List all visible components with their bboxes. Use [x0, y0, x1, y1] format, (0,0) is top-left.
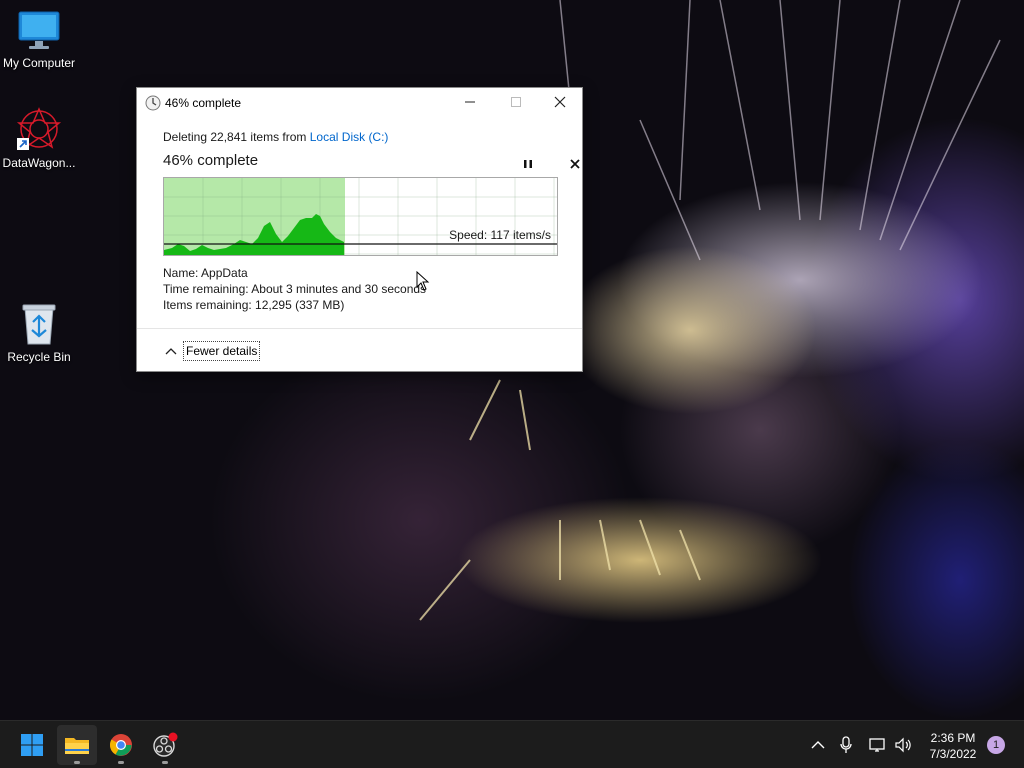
speed-label: Speed: 117 items/s — [449, 228, 551, 242]
file-explorer-icon — [65, 738, 89, 754]
monitor-icon — [18, 11, 60, 49]
desktop-icon-label: My Computer — [2, 56, 76, 70]
tray-volume[interactable] — [893, 735, 913, 755]
network-icon — [869, 738, 885, 752]
detail-time-remaining: Time remaining: About 3 minutes and 30 s… — [163, 282, 426, 298]
speaker-icon — [895, 737, 911, 753]
detail-name: Name: AppData — [163, 266, 426, 282]
windows-start-icon — [21, 734, 43, 756]
deleting-prefix: Deleting 22,841 items from — [163, 130, 307, 144]
desktop-icon-my-computer[interactable]: My Computer — [0, 10, 78, 70]
minimize-button[interactable] — [447, 88, 493, 116]
tray-network[interactable] — [868, 735, 888, 755]
minimize-icon — [465, 101, 475, 103]
datawagon-app-icon — [16, 107, 62, 150]
name-value: AppData — [201, 266, 248, 280]
dialog-body: Deleting 22,841 items from Local Disk (C… — [163, 130, 580, 173]
progress-heading: 46% complete — [163, 152, 259, 169]
desktop-icon-datawagon[interactable]: DataWagon... — [0, 106, 78, 170]
detail-items-remaining: Items remaining: 12,295 (337 MB) — [163, 298, 426, 314]
time-label: Time remaining: — [163, 282, 249, 296]
time-value: About 3 minutes and 30 seconds — [251, 282, 427, 296]
mouse-cursor-icon — [416, 271, 430, 291]
desktop-icon-label: Recycle Bin — [7, 350, 71, 364]
clock-time: 2:36 PM — [930, 731, 976, 745]
tray-microphone[interactable] — [836, 735, 856, 755]
dialog-title: 46% complete — [165, 96, 242, 110]
microphone-icon — [840, 736, 852, 753]
items-value: 12,295 (337 MB) — [255, 298, 345, 312]
pause-icon — [524, 160, 532, 168]
speed-graph — [164, 178, 557, 255]
desktop-icon-recycle-bin[interactable]: Recycle Bin — [0, 302, 78, 364]
fewer-details-label: Fewer details — [183, 341, 261, 361]
running-indicator — [162, 761, 168, 764]
tray-overflow-button[interactable] — [808, 735, 828, 755]
notification-badge[interactable]: 1 — [987, 736, 1005, 754]
desktop-icon-label: DataWagon... — [2, 156, 76, 170]
clock-icon — [145, 95, 161, 111]
close-button[interactable] — [537, 88, 583, 116]
active-indicator — [74, 761, 80, 764]
location-link[interactable]: Local Disk (C:) — [310, 130, 389, 144]
chevron-up-icon — [811, 741, 825, 749]
recycle-bin-icon — [22, 304, 56, 345]
deleting-summary: Deleting 22,841 items from Local Disk (C… — [163, 130, 563, 146]
maximize-icon — [511, 97, 521, 107]
stop-button[interactable] — [566, 155, 584, 173]
running-indicator — [118, 761, 124, 764]
taskbar: 2:36 PM 7/3/2022 1 — [0, 720, 1024, 768]
obs-icon — [153, 732, 178, 757]
close-icon — [554, 96, 566, 108]
fewer-details-button[interactable]: Fewer details — [165, 340, 261, 362]
clock-date: 7/3/2022 — [929, 747, 977, 761]
progress-graph: Speed: 117 items/s — [163, 177, 558, 256]
items-label: Items remaining: — [163, 298, 252, 312]
stop-icon — [570, 159, 580, 169]
details-section: Name: AppData Time remaining: About 3 mi… — [163, 266, 426, 314]
delete-progress-dialog: 46% complete Deleting 22,841 items from … — [136, 87, 583, 372]
chrome-icon — [110, 734, 132, 756]
name-label: Name: — [163, 266, 199, 280]
maximize-button[interactable] — [493, 88, 539, 116]
start-button[interactable] — [12, 725, 52, 765]
dialog-divider — [137, 328, 582, 329]
taskbar-clock[interactable]: 2:36 PM 7/3/2022 — [918, 730, 988, 762]
taskbar-obs[interactable] — [145, 725, 185, 765]
taskbar-chrome[interactable] — [101, 725, 141, 765]
dialog-titlebar[interactable]: 46% complete — [137, 88, 582, 116]
pause-button[interactable] — [519, 155, 537, 173]
chevron-up-icon — [165, 348, 177, 355]
taskbar-file-explorer[interactable] — [57, 725, 97, 765]
